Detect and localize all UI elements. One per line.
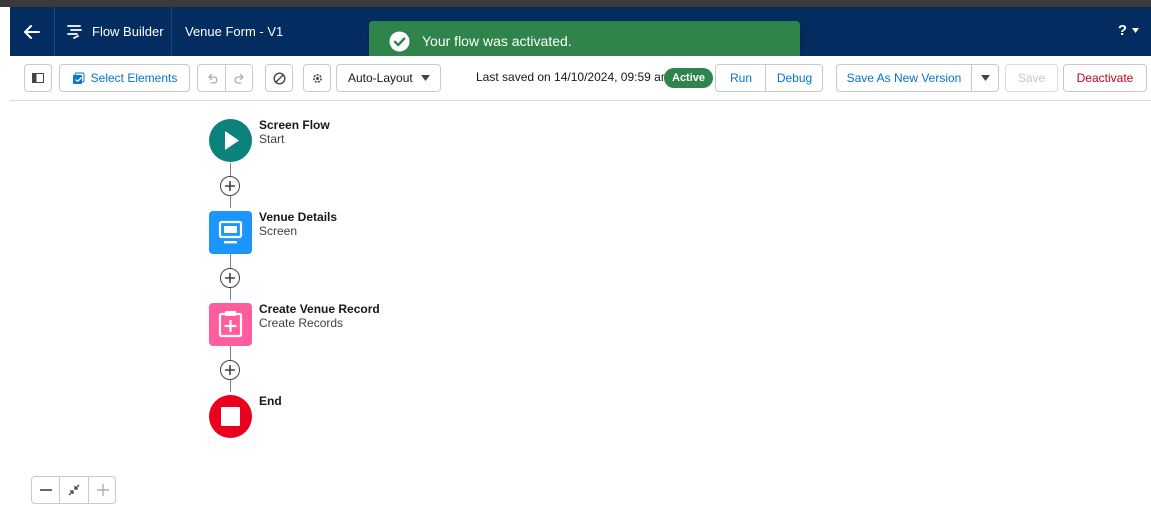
chevron-down-icon — [421, 75, 430, 81]
stop-icon[interactable] — [209, 395, 252, 438]
undo-redo-group — [197, 64, 253, 92]
gear-icon — [312, 73, 322, 83]
header-divider — [171, 7, 172, 56]
run-debug-group: Run Debug — [715, 64, 823, 92]
zoom-controls — [31, 476, 116, 504]
node-subtitle: Create Records — [259, 316, 344, 330]
select-elements-icon — [72, 72, 85, 84]
flow-canvas[interactable]: Screen Flow Start Venue Details Screen C… — [10, 101, 1151, 506]
select-elements-button[interactable]: Select Elements — [59, 64, 190, 92]
redo-icon — [233, 73, 244, 84]
zoom-in-button[interactable] — [89, 477, 117, 503]
chevron-down-icon — [981, 75, 990, 81]
zoom-out-button[interactable] — [32, 477, 60, 503]
run-label: Run — [729, 71, 752, 85]
last-saved-text: Last saved on 14/10/2024, 09:59 am — [476, 70, 671, 84]
layout-mode-select[interactable]: Auto-Layout — [336, 64, 441, 92]
node-title: Screen Flow — [259, 118, 330, 132]
disable-button[interactable] — [265, 64, 293, 92]
node-title: Create Venue Record — [259, 302, 380, 316]
minus-icon — [40, 489, 52, 491]
create-records-icon[interactable] — [209, 303, 252, 346]
add-element-button[interactable] — [220, 176, 240, 196]
help-menu-button[interactable]: ? — [1118, 22, 1139, 39]
settings-button[interactable] — [303, 64, 331, 92]
ban-icon — [272, 71, 286, 85]
node-subtitle: Screen — [259, 224, 298, 238]
fit-view-icon — [68, 484, 80, 496]
status-badge: Active — [664, 68, 714, 88]
deactivate-button[interactable]: Deactivate — [1063, 64, 1147, 92]
save-as-new-version-button[interactable]: Save As New Version — [837, 65, 971, 91]
play-icon[interactable] — [209, 119, 252, 162]
layout-mode-value: Auto-Layout — [348, 71, 413, 85]
chevron-down-icon — [1132, 28, 1139, 33]
add-element-button[interactable] — [220, 360, 240, 380]
toast-message: Your flow was activated. — [422, 33, 572, 49]
plus-icon — [225, 273, 235, 283]
flow-title: Venue Form - V1 — [185, 24, 284, 39]
select-elements-label: Select Elements — [90, 71, 178, 85]
add-element-button[interactable] — [220, 268, 240, 288]
back-arrow-icon — [24, 24, 40, 39]
panel-icon — [32, 73, 44, 83]
app-name: Flow Builder — [92, 24, 164, 39]
debug-button[interactable]: Debug — [766, 65, 823, 91]
save-as-new-version-label: Save As New Version — [846, 71, 962, 85]
save-options-menu-button[interactable] — [972, 65, 999, 91]
save-version-group: Save As New Version — [836, 64, 999, 92]
save-label: Save — [1017, 71, 1046, 85]
node-subtitle: Start — [259, 132, 285, 146]
undo-icon — [208, 73, 218, 84]
toggle-panel-button[interactable] — [24, 64, 52, 92]
plus-icon — [97, 484, 109, 496]
deactivate-label: Deactivate — [1076, 71, 1134, 85]
undo-button[interactable] — [198, 65, 226, 91]
node-title: End — [259, 394, 282, 408]
plus-icon — [225, 181, 235, 191]
success-check-icon — [389, 31, 410, 52]
node-title: Venue Details — [259, 210, 338, 224]
debug-label: Debug — [776, 71, 813, 85]
save-button[interactable]: Save — [1005, 64, 1058, 92]
flow-builder-icon — [67, 25, 82, 39]
plus-icon — [225, 365, 235, 375]
browser-top-strip — [0, 0, 1151, 7]
toolbar: Select Elements Auto-Layout Last saved o… — [10, 56, 1151, 101]
help-label: ? — [1117, 22, 1127, 39]
run-button[interactable]: Run — [716, 65, 766, 91]
redo-button[interactable] — [226, 65, 253, 91]
header-divider — [54, 7, 55, 56]
back-button[interactable] — [10, 7, 54, 56]
screen-icon[interactable] — [209, 211, 252, 254]
fit-view-button[interactable] — [60, 477, 88, 503]
